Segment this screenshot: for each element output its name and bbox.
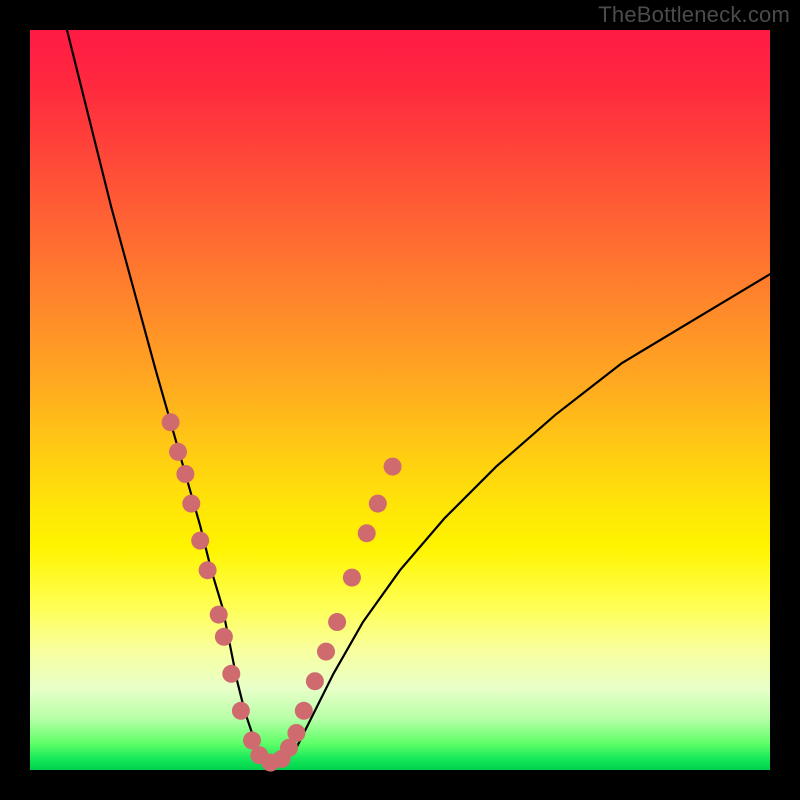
bottleneck-curve	[67, 30, 770, 763]
marker-point	[306, 672, 324, 690]
marker-point	[232, 702, 250, 720]
marker-point	[162, 413, 180, 431]
marker-point	[176, 465, 194, 483]
marker-point	[215, 628, 233, 646]
outer-frame: TheBottleneck.com	[0, 0, 800, 800]
plot-area	[30, 30, 770, 770]
marker-point	[287, 724, 305, 742]
marker-point	[384, 458, 402, 476]
marker-point	[182, 495, 200, 513]
marker-point	[317, 643, 335, 661]
marker-point	[295, 702, 313, 720]
marker-point	[343, 569, 361, 587]
chart-svg	[30, 30, 770, 770]
watermark-text: TheBottleneck.com	[598, 2, 790, 28]
marker-point	[369, 495, 387, 513]
marker-group	[162, 413, 402, 771]
marker-point	[358, 524, 376, 542]
marker-point	[328, 613, 346, 631]
marker-point	[222, 665, 240, 683]
marker-point	[169, 443, 187, 461]
marker-point	[210, 606, 228, 624]
marker-point	[199, 561, 217, 579]
marker-point	[191, 532, 209, 550]
